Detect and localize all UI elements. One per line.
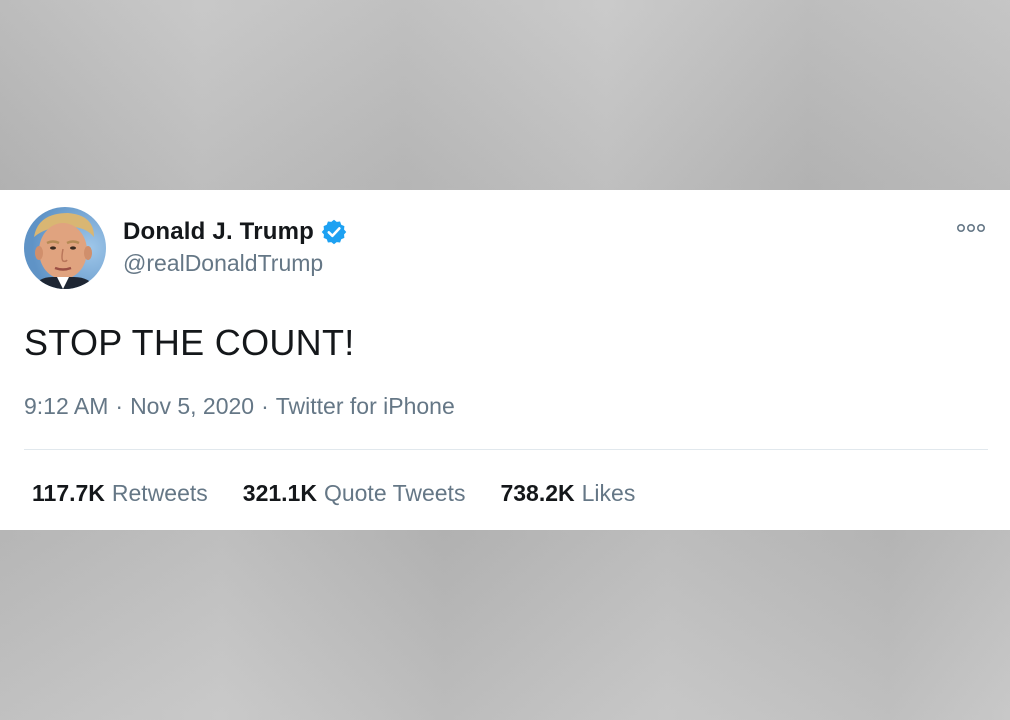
tweet-source[interactable]: Twitter for iPhone (276, 393, 455, 420)
tweet-meta: 9:12 AM · Nov 5, 2020 · Twitter for iPho… (24, 393, 455, 420)
meta-separator: · (261, 393, 269, 419)
quote-tweets-stat[interactable]: 321.1K Quote Tweets (243, 480, 466, 507)
tweet-text: STOP THE COUNT! (24, 322, 355, 363)
display-name[interactable]: Donald J. Trump (123, 218, 314, 246)
author-row: Donald J. Trump (123, 216, 348, 248)
likes-label: Likes (581, 480, 636, 506)
tweet-date[interactable]: Nov 5, 2020 (130, 393, 254, 420)
tweet-card: Donald J. Trump @realDonaldTrump STOP TH… (0, 190, 1010, 530)
retweets-count: 117.7K (32, 480, 105, 506)
more-options-icon[interactable] (956, 221, 986, 235)
likes-stat[interactable]: 738.2K Likes (500, 480, 635, 507)
tweet-time[interactable]: 9:12 AM (24, 393, 108, 420)
retweets-stat[interactable]: 117.7K Retweets (32, 480, 208, 507)
background-top (0, 0, 1010, 190)
meta-separator: · (115, 393, 124, 419)
author-handle[interactable]: @realDonaldTrump (123, 250, 323, 277)
divider (24, 449, 988, 450)
quote-tweets-count: 321.1K (242, 480, 317, 506)
background-bottom (0, 530, 1010, 720)
verified-badge-icon (320, 218, 348, 246)
likes-count: 738.2K (500, 480, 575, 506)
avatar[interactable] (24, 207, 106, 289)
retweets-label: Retweets (111, 480, 208, 506)
quote-tweets-label: Quote Tweets (323, 480, 466, 506)
engagement-stats: 117.7K Retweets 321.1K Quote Tweets 738.… (32, 480, 670, 507)
